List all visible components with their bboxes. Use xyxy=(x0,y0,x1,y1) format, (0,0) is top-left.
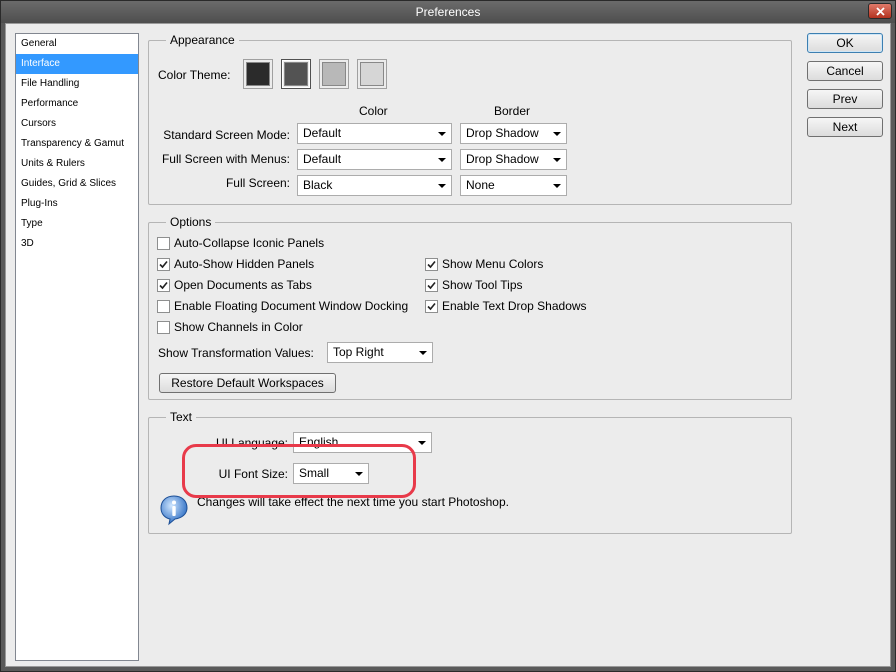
category-list[interactable]: General Interface File Handling Performa… xyxy=(15,33,139,661)
annotation-highlight xyxy=(182,444,416,498)
chevron-down-icon xyxy=(438,132,446,136)
ok-button[interactable]: OK xyxy=(807,33,883,53)
checkbox-box xyxy=(157,299,170,313)
color-column-header: Color xyxy=(359,104,388,118)
checkbox-box xyxy=(157,320,170,334)
chevron-down-icon xyxy=(553,158,561,162)
nav-item-plug-ins[interactable]: Plug-Ins xyxy=(16,194,138,214)
close-icon xyxy=(875,6,885,16)
checkmark-icon xyxy=(427,302,436,310)
nav-item-3d[interactable]: 3D xyxy=(16,234,138,254)
cancel-button[interactable]: Cancel xyxy=(807,61,883,81)
text-drop-shadows-checkbox[interactable]: Enable Text Drop Shadows xyxy=(425,298,587,314)
chevron-down-icon xyxy=(553,132,561,136)
chevron-down-icon xyxy=(418,441,426,445)
next-button[interactable]: Next xyxy=(807,117,883,137)
checkmark-icon xyxy=(159,281,168,289)
restore-workspaces-button[interactable]: Restore Default Workspaces xyxy=(159,373,336,393)
nav-item-cursors[interactable]: Cursors xyxy=(16,114,138,134)
auto-collapse-checkbox[interactable]: Auto-Collapse Iconic Panels xyxy=(157,235,324,251)
appearance-title: Appearance xyxy=(166,33,239,47)
dialog-body: General Interface File Handling Performa… xyxy=(5,23,891,667)
checkbox-box xyxy=(425,299,438,313)
full-screen-menus-label: Full Screen with Menus: xyxy=(161,152,290,166)
nav-item-guides-grid-slices[interactable]: Guides, Grid & Slices xyxy=(16,174,138,194)
window-title: Preferences xyxy=(415,5,481,19)
chevron-down-icon xyxy=(438,184,446,188)
full-screen-menus-border-select[interactable]: Drop Shadow xyxy=(460,149,567,170)
info-icon xyxy=(160,495,188,526)
checkbox-box xyxy=(157,278,170,292)
theme-swatch-lightest[interactable] xyxy=(357,59,387,89)
transform-values-label: Show Transformation Values: xyxy=(158,346,314,360)
checkbox-box xyxy=(425,278,438,292)
nav-item-performance[interactable]: Performance xyxy=(16,94,138,114)
checkbox-box xyxy=(157,257,170,271)
nav-item-general[interactable]: General xyxy=(16,34,138,54)
checkbox-box xyxy=(157,236,170,250)
nav-item-file-handling[interactable]: File Handling xyxy=(16,74,138,94)
standard-screen-mode-label: Standard Screen Mode: xyxy=(163,128,290,142)
checkbox-box xyxy=(425,257,438,271)
preferences-window: Preferences General Interface File Handl… xyxy=(0,0,896,672)
border-column-header: Border xyxy=(494,104,531,118)
checkmark-icon xyxy=(427,281,436,289)
standard-border-select[interactable]: Drop Shadow xyxy=(460,123,567,144)
close-window-button[interactable] xyxy=(868,3,892,19)
chevron-down-icon xyxy=(553,184,561,188)
transform-values-select[interactable]: Top Right xyxy=(327,342,433,363)
tool-tips-checkbox[interactable]: Show Tool Tips xyxy=(425,277,523,293)
nav-item-transparency-gamut[interactable]: Transparency & Gamut xyxy=(16,134,138,154)
chevron-down-icon xyxy=(438,158,446,162)
theme-swatch-darkest[interactable] xyxy=(243,59,273,89)
full-screen-color-select[interactable]: Black xyxy=(297,175,452,196)
checkmark-icon xyxy=(159,260,168,268)
nav-item-units-rulers[interactable]: Units & Rulers xyxy=(16,154,138,174)
nav-item-interface[interactable]: Interface xyxy=(16,54,138,74)
standard-color-select[interactable]: Default xyxy=(297,123,452,144)
color-theme-label: Color Theme: xyxy=(158,68,231,82)
checkmark-icon xyxy=(427,260,436,268)
channels-in-color-checkbox[interactable]: Show Channels in Color xyxy=(157,319,303,335)
full-screen-border-select[interactable]: None xyxy=(460,175,567,196)
full-screen-label: Full Screen: xyxy=(225,176,290,190)
auto-show-checkbox[interactable]: Auto-Show Hidden Panels xyxy=(157,256,314,272)
menu-colors-checkbox[interactable]: Show Menu Colors xyxy=(425,256,543,272)
floating-docking-checkbox[interactable]: Enable Floating Document Window Docking xyxy=(157,298,408,314)
full-screen-menus-color-select[interactable]: Default xyxy=(297,149,452,170)
theme-swatch-light[interactable] xyxy=(319,59,349,89)
text-title: Text xyxy=(166,410,197,424)
chevron-down-icon xyxy=(419,351,427,355)
prev-button[interactable]: Prev xyxy=(807,89,883,109)
theme-swatch-dark[interactable] xyxy=(281,59,311,89)
options-title: Options xyxy=(166,215,216,229)
nav-item-type[interactable]: Type xyxy=(16,214,138,234)
title-bar: Preferences xyxy=(1,1,895,23)
open-as-tabs-checkbox[interactable]: Open Documents as Tabs xyxy=(157,277,312,293)
